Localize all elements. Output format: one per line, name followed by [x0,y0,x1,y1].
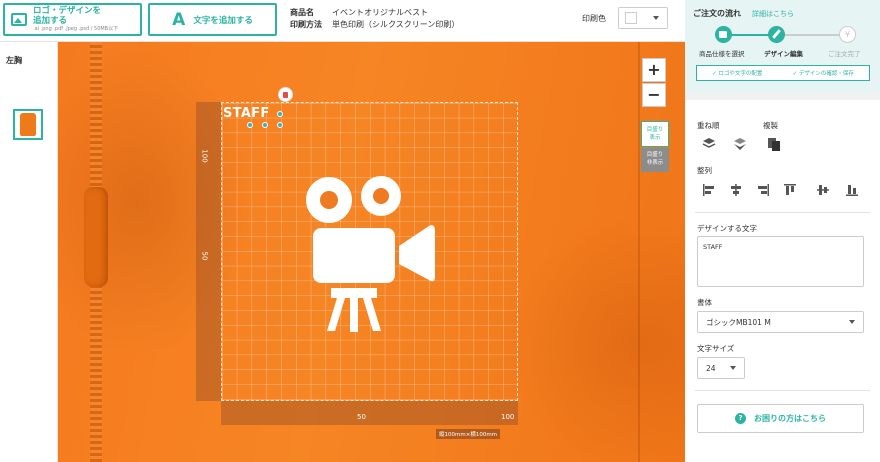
resize-handle[interactable] [262,122,268,128]
align-middle-icon[interactable] [816,183,830,197]
font-size-value: 24 [706,363,716,373]
align-center-icon[interactable] [729,183,743,197]
pencil-icon [768,26,785,43]
font-label: 書体 [697,298,712,307]
edit-side-panel: ご注文の流れ 詳細はこちら ¥ 商品仕様を選択 デザイン編集 ご注文完了 ✓ ロ… [685,0,880,462]
align-top-icon[interactable] [783,183,797,197]
ruler-left-50: 50 [200,251,209,261]
ruler-bottom-100: 100 [501,413,515,421]
print-color-swatch [625,12,637,24]
ruler-vertical: 100 50 [196,102,221,401]
position-label: 左胸 [6,56,22,65]
top-toolbar: ロゴ・デザインを 追加する .ai .png .pdf .jpeg .psd /… [0,0,685,42]
divider [695,212,870,213]
zoom-in-button[interactable]: + [642,58,666,82]
grid-hide-line1: 目盛り [646,152,664,158]
font-size-select[interactable]: 24 [697,357,745,379]
align-bottom-icon[interactable] [845,183,859,197]
design-text-label: デザインする文字 [697,224,757,233]
resize-handle[interactable] [247,122,253,128]
add-logo-label-line1: ロゴ・デザインを [33,6,102,16]
add-logo-formats: .ai .png .pdf .jpeg .psd / 50MB以下 [33,26,119,32]
print-method-value: 単色印刷（シルクスクリーン印刷） [332,20,460,29]
vest-thumbnail-icon [20,113,36,136]
yen-icon: ¥ [839,26,856,43]
send-backward-icon[interactable] [733,137,747,151]
font-size-label: 文字サイズ [697,344,735,353]
add-text-button[interactable]: A 文字を追加する [148,3,277,36]
delete-icon[interactable] [278,87,293,102]
bring-forward-icon[interactable] [702,137,716,151]
help-button[interactable]: ? お困りの方はこちら [697,404,864,433]
flow-line-pending [785,34,847,36]
print-color-label: 印刷色 [582,14,606,23]
flow-title: ご注文の流れ [693,9,741,18]
duplicate-icon[interactable] [767,137,781,151]
vest-seam-graphic [638,42,640,462]
align-right-icon[interactable] [756,183,770,197]
step-spec-icon [715,26,732,43]
resize-handle[interactable] [277,122,283,128]
position-thumb-left-chest[interactable] [13,109,43,140]
edit-options: 重ね順 複製 整列 デザインする文字 STAFF 書体 ゴシックMB101 M … [685,100,880,462]
text-a-icon: A [172,9,186,30]
zipper-pull-graphic [84,187,108,287]
ruler-left-100: 100 [200,149,209,163]
image-icon [11,13,27,26]
step-label-complete: ご注文完了 [828,50,861,58]
add-text-label: 文字を追加する [193,15,253,26]
font-select-value: ゴシックMB101 M [706,317,771,327]
help-label: お困りの方はこちら [754,414,826,423]
design-text-staff[interactable]: STAFF [223,106,270,121]
product-meta: 商品名 イベントオリジナルベスト 印刷方法 単色印刷（シルクスクリーン印刷） [290,7,459,31]
print-size-label: 縦100mm×横100mm [436,429,501,439]
ruler-bottom-50: 50 [357,413,366,421]
product-name-key: 商品名 [290,8,314,17]
layer-order-label: 重ね順 [697,121,720,130]
grid-hide-button[interactable]: 目盛り 非表示 [641,148,669,172]
check-item-layout: ✓ ロゴや文字の配置 [712,71,763,77]
align-label: 整列 [697,166,712,175]
print-method-key: 印刷方法 [290,20,322,29]
divider [695,390,870,391]
grid-hide-line2: 非表示 [646,160,664,166]
duplicate-label: 複製 [763,121,778,130]
resize-handle[interactable] [277,111,283,117]
font-select[interactable]: ゴシックMB101 M [697,311,864,333]
check-item-save: ✓ デザインの確認・保存 [792,71,854,77]
flow-detail-link[interactable]: 詳細はこちら [752,9,794,19]
add-logo-button[interactable]: ロゴ・デザインを 追加する .ai .png .pdf .jpeg .psd /… [3,3,142,36]
print-position-panel: 左胸 [0,42,58,462]
chevron-down-icon [653,16,659,20]
ruler-horizontal: 50 100 [221,401,518,425]
grid-show-button[interactable]: 目盛り 表示 [641,121,669,147]
zoom-out-button[interactable]: − [642,83,666,107]
product-name-value: イベントオリジナルベスト [332,8,429,17]
design-checklist: ✓ ロゴや文字の配置 ✓ デザインの確認・保存 [696,65,870,81]
step-label-spec: 商品仕様を選択 [699,50,745,58]
align-left-icon[interactable] [702,183,716,197]
print-color-select[interactable] [618,7,668,29]
add-logo-label-line2: 追加する [33,16,68,26]
help-icon: ? [735,413,746,424]
order-flow: ご注文の流れ 詳細はこちら ¥ 商品仕様を選択 デザイン編集 ご注文完了 ✓ ロ… [685,0,880,93]
grid-show-line2: 表示 [649,135,661,141]
movie-camera-icon[interactable] [301,176,441,336]
design-text-input[interactable]: STAFF [697,236,864,287]
chevron-down-icon [849,320,855,324]
grid-show-line1: 目盛り [646,127,664,133]
chevron-down-icon [730,366,736,370]
design-canvas[interactable]: 100 50 50 100 縦100mm×横100mm STAFF + − 目盛… [58,42,685,462]
step-label-design: デザイン編集 [764,50,803,58]
